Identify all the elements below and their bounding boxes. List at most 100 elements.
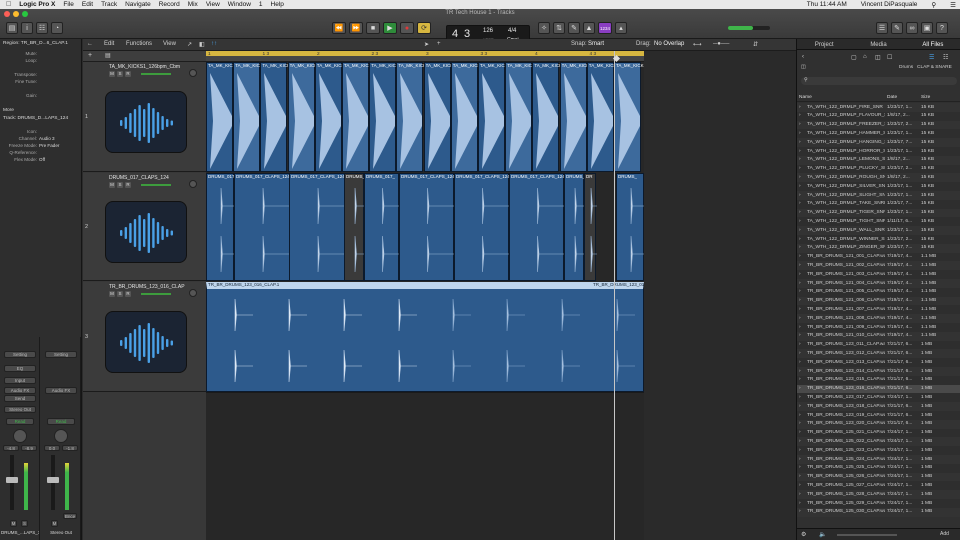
user-name[interactable]: Vincent DiPasquale: [861, 1, 918, 8]
empty-arrange-space[interactable]: [614, 51, 796, 540]
fader-cap[interactable]: [6, 477, 18, 483]
setting-button[interactable]: Setting: [45, 351, 77, 358]
file-row[interactable]: › TA_WTH_122_DRMLP_TIGER_SNR 1/23/17, 1...…: [797, 208, 960, 218]
tab-media[interactable]: Media: [851, 39, 905, 49]
inspector-button[interactable]: i: [21, 22, 33, 34]
file-disclosure-icon[interactable]: ›: [799, 342, 801, 347]
audio-region[interactable]: DRUMS_017_CLAPS_124.5: [289, 173, 349, 281]
add-button[interactable]: Add: [940, 531, 949, 537]
volume-value[interactable]: -4.8: [3, 445, 19, 451]
track-inspector-row[interactable]: Freeze Mode: Pre Fader: [0, 143, 82, 150]
record-enable-button[interactable]: R: [125, 71, 131, 77]
pencil-tool-icon[interactable]: +: [437, 41, 441, 47]
add-track-icon[interactable]: +: [88, 52, 92, 59]
home-icon[interactable]: ⌂: [863, 54, 867, 60]
audio-region[interactable]: DRUMS_017_CLAPS_124.15: [509, 173, 571, 281]
file-disclosure-icon[interactable]: ›: [799, 175, 801, 180]
audio-region[interactable]: DRUMS_: [564, 173, 585, 281]
file-disclosure-icon[interactable]: ›: [799, 474, 801, 479]
file-disclosure-icon[interactable]: ›: [799, 457, 801, 462]
view-menu[interactable]: View: [163, 41, 176, 47]
file-disclosure-icon[interactable]: ›: [799, 140, 801, 145]
file-row[interactable]: › TR_BR_DRUMS_123_018_CLAP.wa 7/21/17, 6..…: [797, 402, 960, 411]
solo-button[interactable]: S: [117, 71, 123, 77]
track-volume-slider[interactable]: [141, 73, 171, 75]
inspector-row[interactable]: Fine Tune:: [0, 79, 82, 86]
tracks-area[interactable]: TA_MK_KICK TA_MK_KICK TA_MK_KICK TA_MK_KICK…: [206, 62, 649, 540]
file-row[interactable]: › TA_WTH_122_DRMLP_SILVER_SNF 1/23/17, 1..…: [797, 182, 960, 191]
file-row[interactable]: › TR_BR_DRUMS_123_020_CLAP.wa 7/21/17, 6..…: [797, 419, 960, 429]
list-view-icon[interactable]: ☰: [929, 54, 934, 61]
bounce-button[interactable]: Bnce: [63, 513, 77, 519]
audio-fx-slot[interactable]: Audio FX: [45, 387, 77, 394]
file-row[interactable]: › TR_BR_DRUMS_125_025_CLAP.wa 7/24/17, 1..…: [797, 463, 960, 473]
master-volume[interactable]: [728, 26, 770, 30]
file-row[interactable]: › TR_BR_DRUMS_125_027_CLAP.wa 7/24/17, 1..…: [797, 481, 960, 491]
menu-window[interactable]: Window: [228, 1, 251, 8]
gear-icon[interactable]: ⚙: [801, 531, 806, 538]
audio-region[interactable]: TA_MK_KICK: [505, 62, 535, 172]
search-icon[interactable]: ⚲: [931, 1, 936, 9]
file-row[interactable]: › TR_BR_DRUMS_125_023_CLAP.wa 7/24/17, 1..…: [797, 446, 960, 455]
file-row[interactable]: › TR_BR_DRUMS_123_014_CLAP.wa 7/21/17, 6..…: [797, 367, 960, 376]
send-slot[interactable]: Send: [4, 395, 36, 402]
file-disclosure-icon[interactable]: ›: [799, 404, 801, 409]
pan-knob[interactable]: [54, 429, 68, 443]
track-name[interactable]: TA_MK_KICKS1_126bpm_Cbm: [109, 64, 180, 70]
catch-icon[interactable]: ◧: [199, 41, 205, 48]
column-date[interactable]: Date: [887, 95, 897, 100]
input-slot[interactable]: Input: [4, 377, 36, 384]
file-row[interactable]: › TA_WTH_122_DRMLP_TIGHT_SNR 1/11/17, 6...…: [797, 217, 960, 227]
track-row-value[interactable]: Audio 3: [39, 136, 55, 141]
file-row[interactable]: › TA_WTH_122_DRMLP_TAKE_SNRE 1/23/17, 7...…: [797, 199, 960, 209]
file-row[interactable]: › TR_BR_DRUMS_123_015_CLAP.wa 7/21/17, 6..…: [797, 375, 960, 385]
inspector-row[interactable]: [0, 86, 82, 93]
file-row[interactable]: › TR_BR_DRUMS_121_003_CLAP.wa 7/19/17, 4..…: [797, 270, 960, 279]
file-row[interactable]: › TR_BR_DRUMS_121_008_CLAP.wa 7/19/17, 4..…: [797, 314, 960, 323]
folder-icon[interactable]: ◫: [875, 54, 881, 61]
setting-button[interactable]: Setting: [4, 351, 36, 358]
output-slot[interactable]: Stereo Out: [4, 406, 36, 413]
audio-region[interactable]: TA_MK_KICK: [206, 62, 236, 172]
path-drums[interactable]: Drums: [899, 65, 913, 70]
track-pan-knob[interactable]: [189, 289, 197, 297]
note-pad-button[interactable]: ✎: [891, 22, 903, 34]
automation-mode[interactable]: Read: [47, 418, 75, 425]
record-enable-button[interactable]: R: [125, 291, 131, 297]
automation-mode[interactable]: Read: [6, 418, 34, 425]
preview-volume-slider[interactable]: [837, 534, 897, 536]
file-disclosure-icon[interactable]: ›: [799, 509, 801, 514]
inspector-row[interactable]: Loop:: [0, 58, 82, 65]
file-disclosure-icon[interactable]: ›: [799, 298, 801, 303]
audio-region[interactable]: TA_MK_KICK: [559, 62, 589, 172]
file-row[interactable]: › TA_WTH_122_DRMLP_LEMONS_SI 1/8/17, 2... 1…: [797, 155, 960, 165]
audio-region[interactable]: TA_MK_KICK: [586, 62, 616, 172]
track-volume-slider[interactable]: [141, 184, 171, 186]
bookmark-icon[interactable]: ☐: [887, 54, 892, 61]
file-row[interactable]: › TA_WTH_122_DRMLP_PLUCKY_SN 1/23/17, 2...…: [797, 164, 960, 174]
menu-mix[interactable]: Mix: [188, 1, 198, 8]
audio-region[interactable]: DRUMS_017_CLAPS_124.13: [454, 173, 516, 281]
flex-tool-icon[interactable]: ↗: [187, 41, 192, 48]
apple-icon[interactable]: : [6, 1, 11, 8]
audio-region[interactable]: TA_MK_KICK: [532, 62, 562, 172]
column-view-icon[interactable]: ☷: [943, 54, 948, 61]
solo-button[interactable]: S: [117, 182, 123, 188]
file-disclosure-icon[interactable]: ›: [799, 281, 801, 286]
file-row[interactable]: › TA_WTH_122_DRMLP_SLIGHT_SNR 1/23/17, 1..…: [797, 191, 960, 200]
file-disclosure-icon[interactable]: ›: [799, 448, 801, 453]
file-disclosure-icon[interactable]: ›: [799, 263, 801, 268]
back-icon[interactable]: ←: [87, 41, 93, 47]
audio-region[interactable]: TA_MK_KICK: [314, 62, 344, 172]
menu-list-icon[interactable]: ☰: [950, 1, 956, 9]
file-row[interactable]: › TA_WTH_122_DRMLP_HORROR_S 1/23/17, 1... 1…: [797, 147, 960, 156]
audio-region-selected[interactable]: TR_BR_DRUMS_123_016_CLAP.1 TR_BR_DRUMS_12…: [206, 282, 649, 392]
file-disclosure-icon[interactable]: ›: [799, 413, 801, 418]
edit-menu[interactable]: Edit: [104, 41, 114, 47]
audio-region[interactable]: TA_MK_KICK: [478, 62, 508, 172]
audio-region[interactable]: TA_MK_KICK: [614, 62, 644, 172]
functions-menu[interactable]: Functions: [126, 41, 152, 47]
file-disclosure-icon[interactable]: ›: [799, 157, 801, 162]
track-inspector-row[interactable]: Q-Reference:: [0, 150, 82, 157]
audio-region[interactable]: DRUMS_: [616, 173, 645, 281]
